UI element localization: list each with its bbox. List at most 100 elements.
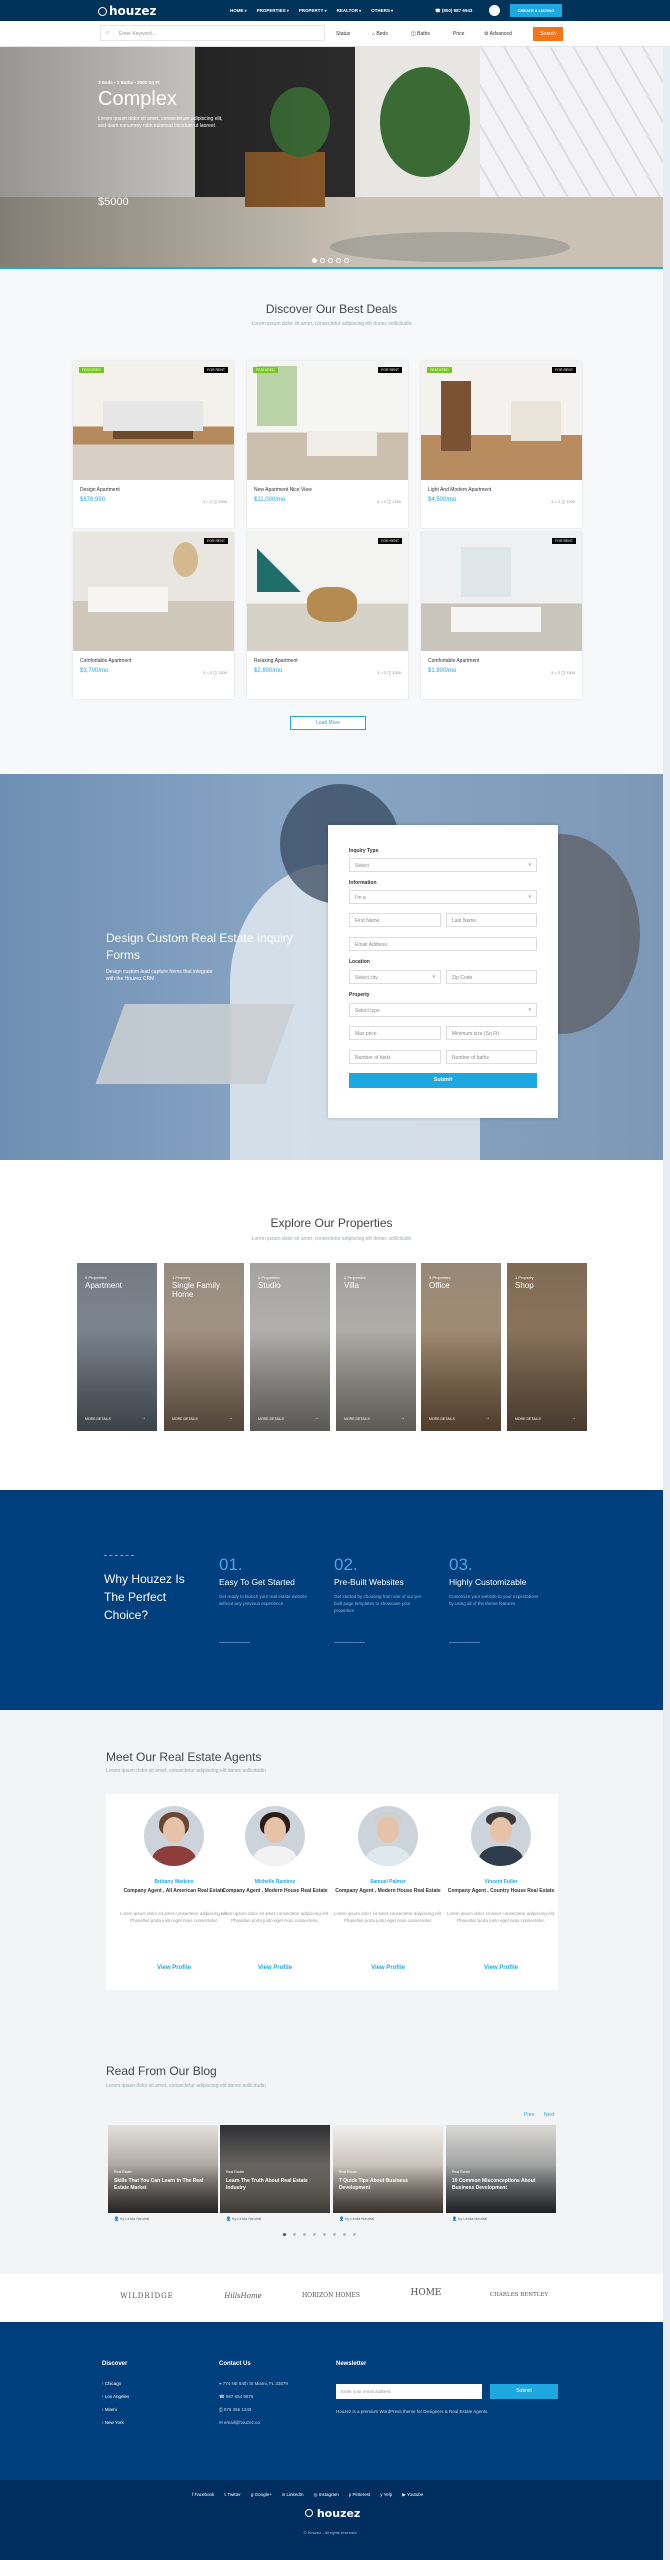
more-details-link[interactable]: MORE DETAILS — [258, 1417, 284, 1421]
listing-card[interactable]: FEATURED FOR RENT Light And Modern Apart… — [421, 361, 582, 528]
footer-logo[interactable]: houzez — [305, 2507, 360, 2520]
facebook-link[interactable]: f Facebook — [192, 2492, 214, 2498]
beds-field[interactable]: Number of beds — [349, 1050, 441, 1064]
footer-phone[interactable]: ☎ 987 654 9876 — [219, 2394, 253, 2400]
view-profile-link[interactable]: View Profile — [119, 1965, 229, 1971]
footer-email[interactable]: ✉ email@houzez.co — [219, 2420, 260, 2426]
baths-filter[interactable]: ◫ Baths — [411, 27, 430, 41]
newsletter-email-input[interactable]: Enter your email address — [336, 2384, 482, 2399]
nav-home[interactable]: HOME — [230, 8, 247, 13]
nav-property[interactable]: PROPERTY — [299, 8, 327, 13]
blog-category[interactable]: Real Estate — [452, 2170, 470, 2174]
baths-field[interactable]: Number of baths — [446, 1050, 537, 1064]
blog-post-title[interactable]: 7 Quick Tips About Business Development — [339, 2178, 437, 2192]
property-type-tile[interactable]: 1 Property Shop MORE DETAILS → — [507, 1263, 587, 1431]
keyword-search-input[interactable]: Enter Keyword... — [100, 25, 325, 41]
blog-category[interactable]: Real Estate — [226, 2170, 244, 2174]
agent-avatar[interactable] — [144, 1806, 204, 1866]
property-type-tile[interactable]: 2 Properties Studio MORE DETAILS → — [250, 1263, 330, 1431]
instagram-link[interactable]: ◎ Instagram — [314, 2492, 339, 2498]
property-type-tile[interactable]: 1 Property Single Family Home MORE DETAI… — [164, 1263, 244, 1431]
blog-category[interactable]: Real Estate — [339, 2170, 357, 2174]
load-more-button[interactable]: Load More — [290, 716, 366, 730]
search-button[interactable]: Search — [533, 27, 563, 41]
agent-name[interactable]: Michelle Ramirez — [220, 1879, 330, 1885]
price-filter[interactable]: Price — [453, 27, 464, 41]
twitter-link[interactable]: 𝕥 Twitter — [224, 2492, 241, 2498]
listing-card[interactable]: FOR RENT Comfortable Apartment $1,800/mo… — [421, 532, 582, 699]
phone-number[interactable]: ☎ (800) 987 6543 — [435, 8, 472, 14]
agent-avatar[interactable] — [471, 1806, 531, 1866]
more-details-link[interactable]: MORE DETAILS — [344, 1417, 370, 1421]
inquiry-type-select[interactable]: Select — [349, 858, 537, 872]
advanced-filter[interactable]: ⚙ Advanced — [484, 27, 512, 41]
agent-name[interactable]: Brittany Watkins — [119, 1879, 229, 1885]
nav-others[interactable]: OTHERS — [371, 8, 393, 13]
blog-prev-button[interactable]: Prev — [524, 2112, 534, 2118]
property-type-tile[interactable]: 3 Properties Office MORE DETAILS → — [421, 1263, 501, 1431]
agent-name[interactable]: Samuel Palmer — [333, 1879, 443, 1885]
email-field[interactable]: Email Address — [349, 937, 537, 951]
yelp-link[interactable]: y Yelp — [380, 2492, 392, 2498]
more-details-link[interactable]: MORE DETAILS — [429, 1417, 455, 1421]
blog-card[interactable]: Real Estate Learn The Truth About Real E… — [220, 2125, 330, 2213]
blog-pagination-dots[interactable] — [283, 2233, 356, 2236]
status-filter[interactable]: Status — [336, 27, 350, 41]
blog-next-button[interactable]: Next — [544, 2112, 554, 2118]
listing-title[interactable]: Comfortable Apartment — [428, 658, 479, 664]
google-plus-link[interactable]: g Google+ — [251, 2492, 272, 2498]
more-details-link[interactable]: MORE DETAILS — [172, 1417, 198, 1421]
hero-title[interactable]: Complex — [98, 88, 177, 111]
footer-link[interactable]: › Chicago — [102, 2381, 121, 2386]
beds-filter[interactable]: ⌂ Beds — [372, 27, 388, 41]
footer-link[interactable]: › Los Angeles — [102, 2394, 129, 2399]
max-price-field[interactable]: Max price — [349, 1026, 441, 1040]
pinterest-link[interactable]: p Pinterest — [349, 2492, 371, 2498]
create-listing-button[interactable]: CREATE A LISTING — [510, 4, 562, 17]
view-profile-link[interactable]: View Profile — [333, 1965, 443, 1971]
min-size-field[interactable]: Minimum size (Sq Ft) — [446, 1026, 537, 1040]
nav-properties[interactable]: PROPERTIES — [257, 8, 289, 13]
last-name-field[interactable]: Last Name — [446, 913, 537, 927]
linkedin-link[interactable]: in LinkedIn — [282, 2492, 304, 2498]
blog-post-title[interactable]: Skills That You Can Learn In The Real Es… — [114, 2178, 212, 2192]
listing-title[interactable]: Relaxing Apartment — [254, 658, 298, 664]
user-role-select[interactable]: I'm a — [349, 890, 537, 904]
site-logo[interactable]: houzez — [98, 4, 156, 18]
view-profile-link[interactable]: View Profile — [220, 1965, 330, 1971]
zip-code-field[interactable]: Zip Code — [446, 970, 537, 984]
agent-name[interactable]: Vincent Fuller — [446, 1879, 556, 1885]
user-account-icon[interactable] — [489, 5, 500, 16]
agent-avatar[interactable] — [245, 1806, 305, 1866]
listing-title[interactable]: Light And Modern Apartment — [428, 487, 491, 493]
blog-post-title[interactable]: Learn The Truth About Real Estate Indust… — [226, 2178, 324, 2192]
inquiry-submit-button[interactable]: Submit — [349, 1073, 537, 1088]
city-select[interactable]: Select city — [349, 970, 441, 984]
youtube-link[interactable]: ▶ Youtube — [402, 2492, 423, 2498]
nav-realtor[interactable]: REALTOR — [337, 8, 361, 13]
listing-card[interactable]: FEATURED FOR RENT New Apartment Nice Vie… — [247, 361, 408, 528]
footer-link[interactable]: › Miami — [102, 2407, 117, 2412]
listing-title[interactable]: New Apartment Nice View — [254, 487, 312, 493]
listing-title[interactable]: Comfortable Apartment — [80, 658, 131, 664]
property-type-tile[interactable]: 2 Properties Villa MORE DETAILS → — [336, 1263, 416, 1431]
listing-card[interactable]: FOR RENT Relaxing Apartment $2,800/mo 3 … — [247, 532, 408, 699]
blog-card[interactable]: Real Estate 7 Quick Tips About Business … — [333, 2125, 443, 2213]
listing-card[interactable]: FEATURED FOR RENT Design Apartment $876,… — [73, 361, 234, 528]
footer-link[interactable]: › New York — [102, 2420, 124, 2425]
more-details-link[interactable]: MORE DETAILS — [515, 1417, 541, 1421]
blog-post-title[interactable]: 10 Common Misconceptions About Business … — [452, 2178, 550, 2192]
blog-category[interactable]: Real Estate — [114, 2170, 132, 2174]
property-type-tile[interactable]: 5 Properties Apartment MORE DETAILS → — [77, 1263, 157, 1431]
first-name-field[interactable]: First Name — [349, 913, 441, 927]
more-details-link[interactable]: MORE DETAILS — [85, 1417, 111, 1421]
listing-title[interactable]: Design Apartment — [80, 487, 120, 493]
blog-card[interactable]: Real Estate Skills That You Can Learn In… — [108, 2125, 218, 2213]
property-type-select[interactable]: Select type — [349, 1003, 537, 1017]
listing-card[interactable]: FOR RENT Comfortable Apartment $3,700/mo… — [73, 532, 234, 699]
view-profile-link[interactable]: View Profile — [446, 1965, 556, 1971]
agent-avatar[interactable] — [358, 1806, 418, 1866]
blog-card[interactable]: Real Estate 10 Common Misconceptions Abo… — [446, 2125, 556, 2213]
newsletter-submit-button[interactable]: Submit — [490, 2384, 558, 2399]
hero-slider-dots[interactable] — [312, 258, 349, 263]
